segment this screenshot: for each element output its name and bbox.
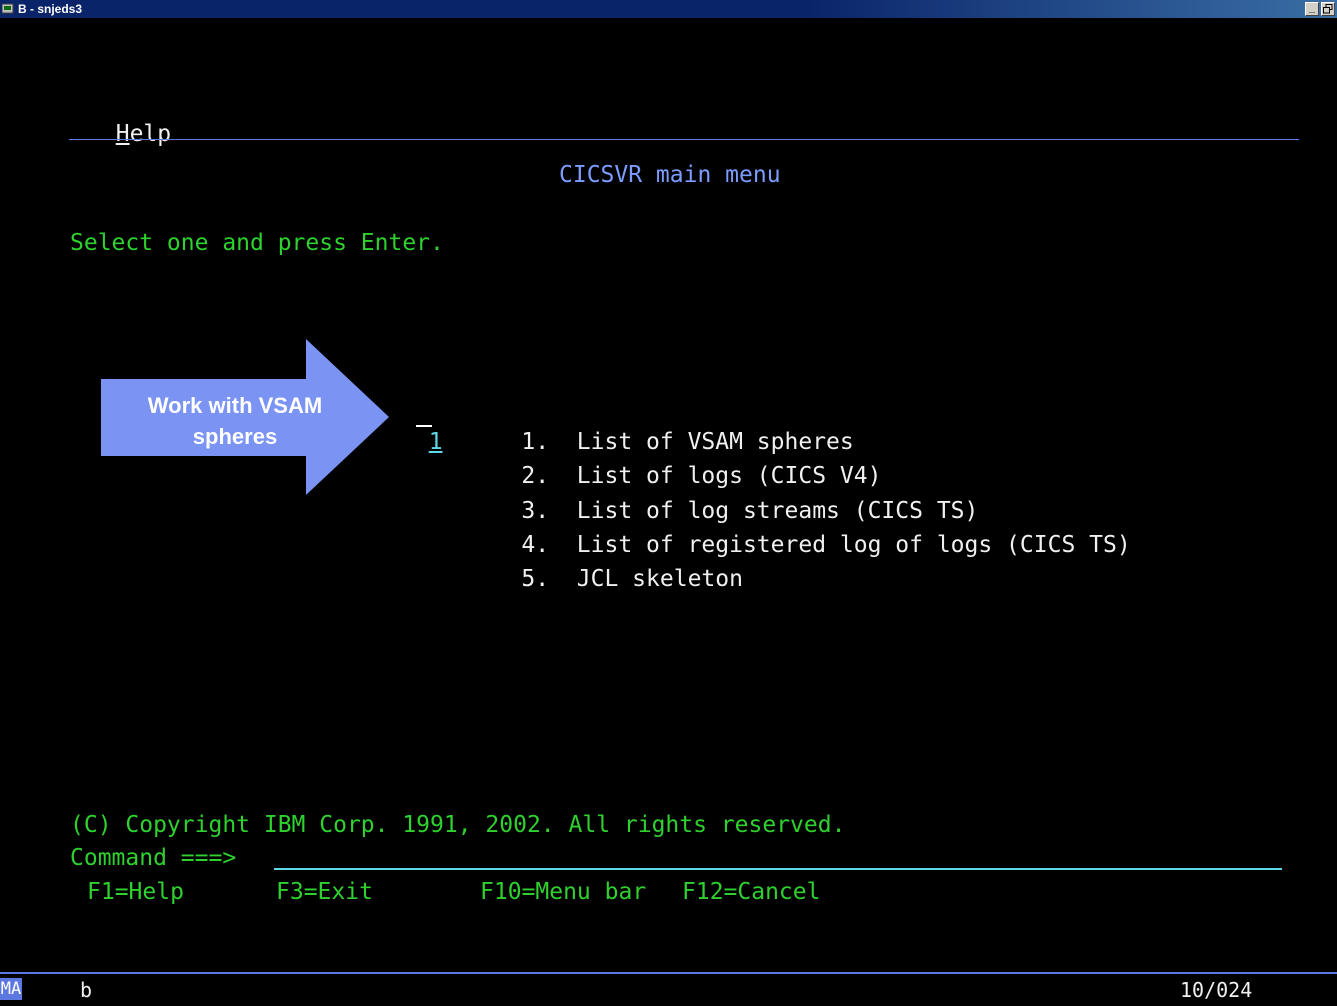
window-title: B - snjeds3 [18, 2, 83, 16]
panel-title: CICSVR main menu [559, 162, 781, 188]
minimize-icon: _ [1308, 2, 1316, 14]
fkey-f3-exit[interactable]: F3=Exit [276, 878, 373, 906]
copyright-text: (C) Copyright IBM Corp. 1991, 2002. All … [70, 812, 846, 838]
minimize-button[interactable]: _ [1305, 2, 1319, 16]
command-label: Command ===> [70, 845, 237, 871]
selection-value: 1 [428, 429, 443, 455]
fkey-f12-cancel[interactable]: F12=Cancel [682, 878, 820, 906]
help-menu-label: elp [129, 121, 172, 147]
menu-bar-divider [69, 139, 1299, 140]
help-menu-hotkey: H [115, 121, 130, 147]
command-input-underline [274, 868, 1282, 870]
instruction-text: Select one and press Enter. [70, 230, 444, 256]
window-controls: _ [1305, 2, 1335, 16]
command-input[interactable] [274, 844, 1282, 870]
restore-button[interactable] [1321, 2, 1335, 16]
option-label: JCL skeleton [576, 566, 743, 592]
cursor-position: 10/024 [1180, 978, 1253, 1002]
restore-icon [1323, 4, 1333, 14]
callout-text: Work with VSAM spheres [110, 390, 360, 452]
option-number: 5. [521, 566, 550, 592]
app-icon [2, 3, 14, 14]
callout-text-line2: spheres [192, 424, 278, 449]
session-indicator: b [80, 978, 93, 1002]
window-title-bar: B - snjeds3 _ [0, 0, 1337, 18]
option-5[interactable]: 5. JCL skeleton [466, 537, 743, 621]
fkey-f10-menu-bar[interactable]: F10=Menu bar [480, 878, 646, 906]
callout-text-line1: Work with VSAM [147, 393, 323, 418]
mode-indicator: MA [0, 978, 22, 1000]
selection-field-cursor [416, 425, 432, 427]
status-divider [0, 972, 1337, 974]
fkey-f1-help[interactable]: F1=Help [87, 878, 184, 906]
selection-field[interactable]: 1 [401, 400, 443, 456]
